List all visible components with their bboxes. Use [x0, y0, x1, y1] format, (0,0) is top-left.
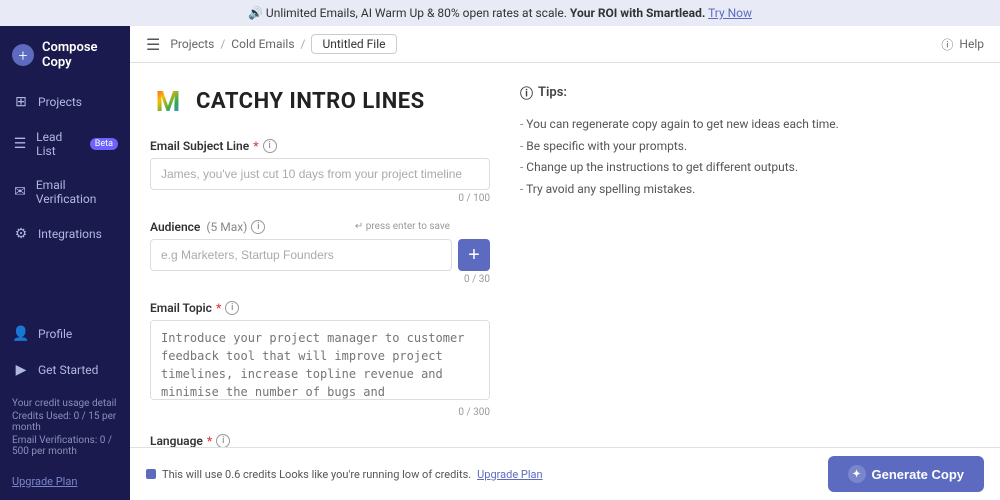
generate-label: Generate Copy	[872, 467, 964, 482]
tips-info-icon: ⓘ	[520, 83, 533, 102]
sidebar-item-label: Projects	[38, 95, 82, 109]
topic-info-icon[interactable]: i	[225, 301, 239, 315]
tip-item-4: Try avoid any spelling mistakes.	[520, 179, 870, 201]
help-button[interactable]: ⓘ Help	[941, 36, 984, 53]
banner-text: Unlimited Emails, AI Warm Up & 80% open …	[266, 6, 567, 20]
tips-panel: ⓘ Tips: You can regenerate copy again to…	[490, 83, 870, 437]
breadcrumb: ☰ Projects / Cold Emails / Untitled File…	[130, 26, 1000, 63]
tips-list: You can regenerate copy again to get new…	[520, 114, 870, 200]
audience-group: Audience (5 Max) i ↵ press enter to save…	[150, 220, 490, 285]
lead-list-icon: ☰	[12, 136, 28, 152]
banner-highlight: Your ROI with Smartlead.	[570, 6, 705, 20]
sidebar-logo[interactable]: + Compose Copy	[0, 26, 130, 84]
audience-max: (5 Max)	[206, 220, 247, 234]
banner-icon: 🔊	[248, 6, 263, 20]
credit-text: This will use 0.6 credits Looks like you…	[162, 468, 471, 481]
page-title: CATCHY INTRO LINES	[196, 89, 425, 114]
topic-textarea[interactable]	[150, 320, 490, 400]
top-banner: 🔊 Unlimited Emails, AI Warm Up & 80% ope…	[0, 0, 1000, 26]
breadcrumb-projects[interactable]: Projects	[170, 37, 214, 51]
sidebar-item-label: Get Started	[38, 363, 98, 377]
breadcrumb-cold-emails[interactable]: Cold Emails	[231, 37, 294, 51]
gmail-m-letter: M	[156, 85, 181, 118]
page-header: M CATCHY INTRO LINES	[150, 83, 490, 119]
sidebar-item-label: Email Verification	[36, 178, 118, 206]
profile-icon: 👤	[12, 326, 30, 342]
sidebar-item-email-verification[interactable]: ✉ Email Verification	[0, 168, 130, 216]
page-content: M CATCHY INTRO LINES Email Subject Line …	[130, 63, 1000, 447]
breadcrumb-file[interactable]: Untitled File	[311, 34, 396, 54]
email-verifications: Email Verifications: 0 / 500 per month	[12, 435, 118, 457]
language-info-icon[interactable]: i	[216, 434, 230, 447]
sidebar-item-integrations[interactable]: ⚙ Integrations	[0, 216, 130, 252]
tip-item-3: Change up the instructions to get differ…	[520, 157, 870, 179]
subject-input[interactable]	[150, 158, 490, 190]
tip-item-1: You can regenerate copy again to get new…	[520, 114, 870, 136]
content-area: ☰ Projects / Cold Emails / Untitled File…	[130, 26, 1000, 500]
projects-icon: ⊞	[12, 94, 30, 110]
topic-required: *	[216, 301, 221, 315]
bottom-bar: This will use 0.6 credits Looks like you…	[130, 447, 1000, 500]
beta-badge: Beta	[90, 138, 118, 150]
add-audience-button[interactable]: +	[458, 239, 490, 271]
tips-header: ⓘ Tips:	[520, 83, 870, 102]
generate-icon: ✦	[848, 465, 866, 483]
upgrade-link[interactable]: Upgrade Plan	[477, 468, 542, 481]
sidebar-logo-label: Compose Copy	[42, 40, 118, 70]
credit-usage-label: Your credit usage detail	[12, 398, 118, 409]
breadcrumb-sep1: /	[220, 37, 225, 51]
audience-char-count: 0 / 30	[150, 274, 490, 285]
language-group: Language * i English Spanish French Germ…	[150, 434, 490, 447]
subject-info-icon[interactable]: i	[263, 139, 277, 153]
audience-input[interactable]	[150, 239, 452, 271]
sidebar-item-label: Profile	[38, 327, 72, 341]
logo-icon: +	[12, 44, 34, 66]
audience-info-icon[interactable]: i	[251, 220, 265, 234]
sidebar: + Compose Copy ⊞ Projects ☰ Lead List Be…	[0, 26, 130, 500]
sidebar-item-profile[interactable]: 👤 Profile	[0, 316, 130, 352]
topic-label: Email Topic * i	[150, 301, 490, 315]
integrations-icon: ⚙	[12, 226, 30, 242]
audience-row: +	[150, 239, 490, 271]
credit-dot-icon	[146, 469, 156, 479]
subject-label: Email Subject Line * i	[150, 139, 490, 153]
credits-used: Credits Used: 0 / 15 per month	[12, 411, 118, 433]
subject-char-count: 0 / 100	[150, 193, 490, 204]
credit-info: This will use 0.6 credits Looks like you…	[146, 468, 543, 481]
sidebar-item-lead-list[interactable]: ☰ Lead List Beta	[0, 120, 130, 168]
language-label: Language * i	[150, 434, 490, 447]
get-started-icon: ▶	[12, 362, 30, 378]
gmail-icon: M	[150, 83, 186, 119]
press-enter-hint: ↵ press enter to save	[355, 221, 450, 232]
upgrade-plan-link[interactable]: Upgrade Plan	[0, 469, 130, 500]
menu-icon[interactable]: ☰	[146, 35, 160, 54]
sidebar-item-get-started[interactable]: ▶ Get Started	[0, 352, 130, 388]
credit-usage: Your credit usage detail Credits Used: 0…	[0, 388, 130, 469]
email-topic-group: Email Topic * i 0 / 300	[150, 301, 490, 418]
language-required: *	[207, 434, 212, 447]
form-panel: M CATCHY INTRO LINES Email Subject Line …	[150, 83, 490, 437]
sidebar-item-label: Integrations	[38, 227, 102, 241]
email-verification-icon: ✉	[12, 184, 28, 200]
generate-button[interactable]: ✦ Generate Copy	[828, 456, 984, 492]
banner-cta[interactable]: Try Now	[708, 6, 752, 20]
tip-item-2: Be specific with your prompts.	[520, 136, 870, 158]
help-label: Help	[959, 37, 984, 51]
subject-required: *	[253, 139, 258, 153]
sidebar-item-projects[interactable]: ⊞ Projects	[0, 84, 130, 120]
breadcrumb-sep2: /	[301, 37, 306, 51]
subject-line-group: Email Subject Line * i 0 / 100	[150, 139, 490, 204]
help-icon: ⓘ	[941, 36, 953, 53]
sidebar-item-label: Lead List	[36, 130, 80, 158]
topic-char-count: 0 / 300	[150, 407, 490, 418]
